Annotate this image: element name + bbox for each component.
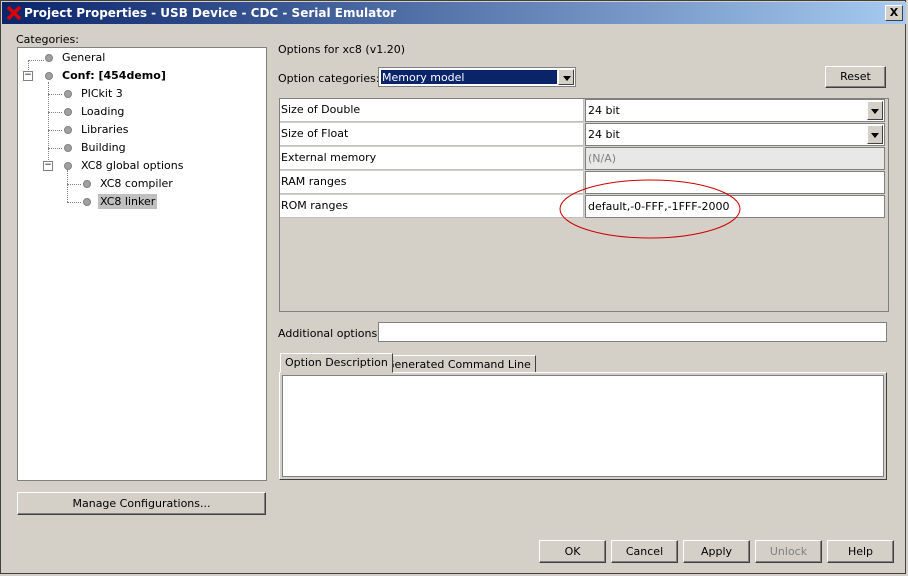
tree-item-pickit3[interactable]: PICkit 3: [81, 87, 123, 100]
circle-node-icon: [64, 90, 72, 98]
tree-line: [67, 202, 81, 203]
property-value: 24 bit: [588, 128, 620, 141]
additional-options-label: Additional options:: [278, 327, 381, 340]
tree-line: [48, 148, 62, 149]
property-name: Size of Double: [280, 99, 584, 122]
size-of-float-select[interactable]: 24 bit: [585, 123, 885, 146]
title-bar[interactable]: Project Properties - USB Device - CDC - …: [2, 2, 906, 24]
option-categories-label: Option categories:: [278, 72, 380, 85]
tree-line: [67, 184, 81, 185]
manage-configurations-button[interactable]: Manage Configurations...: [17, 492, 266, 515]
tree-item-xc8-linker[interactable]: XC8 linker: [98, 194, 158, 209]
tree-item-xc8-compiler[interactable]: XC8 compiler: [100, 177, 173, 190]
close-button[interactable]: X: [885, 5, 903, 21]
options-header: Options for xc8 (v1.20): [278, 43, 406, 56]
reset-button[interactable]: Reset: [825, 66, 886, 88]
tree-item-libraries[interactable]: Libraries: [81, 123, 129, 136]
collapse-minus-icon[interactable]: −: [43, 161, 53, 171]
tree-item-general[interactable]: General: [62, 51, 105, 64]
tree-line: [28, 60, 44, 61]
window-title: Project Properties - USB Device - CDC - …: [24, 6, 397, 20]
circle-node-icon: [83, 198, 91, 206]
circle-node-icon: [64, 108, 72, 116]
tab-generated-command-line[interactable]: Generated Command Line: [381, 355, 536, 373]
description-area: [282, 375, 884, 477]
tree-item-conf[interactable]: Conf: [454demo]: [62, 69, 166, 82]
unlock-button[interactable]: Unlock: [755, 540, 822, 563]
apply-button[interactable]: Apply: [683, 540, 750, 563]
size-of-double-select[interactable]: 24 bit: [585, 99, 885, 122]
circle-node-icon: [64, 162, 72, 170]
property-name: RAM ranges: [280, 171, 584, 194]
ok-button[interactable]: OK: [539, 540, 606, 563]
external-memory-field: (N/A): [585, 147, 885, 170]
property-name: Size of Float: [280, 123, 584, 146]
property-value: 24 bit: [588, 104, 620, 117]
circle-node-icon: [64, 126, 72, 134]
tree-line: [48, 130, 62, 131]
option-categories-select[interactable]: Memory model: [378, 67, 576, 87]
circle-node-icon: [45, 72, 53, 80]
property-name: ROM ranges: [280, 195, 584, 218]
categories-label: Categories:: [16, 33, 79, 46]
tree-item-loading[interactable]: Loading: [81, 105, 124, 118]
circle-node-icon: [45, 54, 53, 62]
tree-line: [48, 94, 62, 95]
red-x-icon: [6, 5, 22, 21]
chevron-down-icon[interactable]: [558, 69, 574, 85]
tree-item-building[interactable]: Building: [81, 141, 126, 154]
additional-options-input[interactable]: [378, 322, 887, 342]
project-properties-window: Project Properties - USB Device - CDC - …: [0, 0, 906, 574]
circle-node-icon: [64, 144, 72, 152]
cancel-button[interactable]: Cancel: [611, 540, 678, 563]
annotation-ellipse: [559, 179, 741, 239]
tab-option-description[interactable]: Option Description: [280, 353, 393, 373]
property-value: (N/A): [588, 152, 617, 165]
option-categories-value: Memory model: [382, 71, 465, 84]
circle-node-icon: [83, 180, 91, 188]
option-description-panel: [279, 372, 887, 480]
tree-line: [67, 170, 68, 202]
property-name: External memory: [280, 147, 584, 170]
chevron-down-icon[interactable]: [867, 101, 883, 120]
collapse-minus-icon[interactable]: −: [23, 71, 33, 81]
tree-item-xc8-global[interactable]: XC8 global options: [81, 159, 183, 172]
categories-tree[interactable]: − − General Conf: [454demo] PICkit 3 Loa…: [17, 47, 267, 481]
help-button[interactable]: Help: [827, 540, 894, 563]
chevron-down-icon[interactable]: [867, 125, 883, 144]
tree-line: [48, 112, 62, 113]
